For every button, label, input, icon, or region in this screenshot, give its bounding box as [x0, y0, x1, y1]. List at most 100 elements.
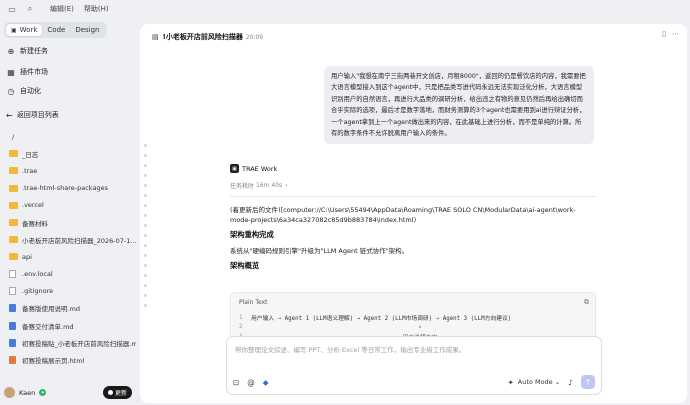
back-label: 返回项目列表 — [16, 111, 59, 119]
tree-item[interactable]: .gitignore — [0, 283, 136, 300]
line-number: 2 — [239, 324, 243, 331]
tree-item-label: 备赛交付清单.md — [22, 322, 74, 331]
folder-icon — [9, 236, 18, 244]
folder-icon — [9, 184, 18, 192]
code-text: ↓ — [418, 324, 422, 331]
folder-icon — [9, 150, 18, 158]
tree-item-label: 初赛投稿贴_小老板开店前风险扫描器.md — [22, 339, 136, 348]
markdown-file-icon — [9, 321, 16, 330]
title-bar: ▭ ⌕ 编辑(E) 帮助(H) — [0, 0, 136, 18]
tree-item[interactable]: 初赛投稿贴_小老板开店前风险扫描器.md — [0, 334, 136, 351]
tree-item-label: 初赛投稿展示页.html — [22, 357, 85, 366]
tree-item-label: .vercel — [22, 201, 44, 210]
panel-icon[interactable]: ▯ — [662, 30, 666, 38]
sidebar: ▭ ⌕ 编辑(E) 帮助(H) ▣ Work Code Design ⊕ 新建任务 … — [0, 0, 136, 405]
input-toolbar: ⊡ @ ◆ ✦ Auto Mode ⌄ ♪ ↑ — [233, 375, 595, 389]
input-right-controls: ✦ Auto Mode ⌄ ♪ ↑ — [507, 375, 595, 389]
agent-response: ▣ TRAE Work 任务耗时 16m 40s › (着更新后的文件)[com… — [230, 164, 596, 346]
file-tree: / _日志 .trae .trae-html-share-packages .v… — [0, 128, 136, 369]
send-button[interactable]: ↑ — [581, 375, 595, 389]
tree-item[interactable]: api — [0, 248, 136, 265]
tree-item[interactable]: .vercel — [0, 197, 136, 214]
back-to-projects-button[interactable]: ← 返回项目列表 — [6, 110, 59, 120]
update-button[interactable]: 更新 — [102, 386, 132, 399]
chat-header: ▤ !小老板开店前风险扫描器 20:09 — [152, 32, 263, 42]
markdown-file-icon — [9, 338, 16, 347]
line-number: 1 — [239, 314, 243, 321]
search-icon[interactable]: ⌕ — [24, 3, 36, 15]
menu-help[interactable]: 帮助(H) — [84, 4, 109, 14]
sparkle-icon: ✦ — [507, 377, 514, 387]
tree-item[interactable]: .trae-html-share-packages — [0, 180, 136, 197]
tab-work[interactable]: ▣ Work — [6, 24, 43, 36]
heading-refactor: 架构重构完成 — [230, 230, 274, 239]
copy-icon[interactable]: ⧉ — [584, 298, 589, 307]
code-line: 1 用户输入 → Agent 1 (LLM语义理解) → Agent 2 (LLM… — [239, 313, 589, 323]
tab-code[interactable]: Code — [42, 24, 70, 36]
tree-item-label: / — [12, 132, 15, 141]
tree-item-label: 小老板开店前风险扫描器_2026-07-1... — [22, 236, 136, 245]
at-mention-icon[interactable]: @ — [247, 378, 255, 387]
clock-icon: ◷ — [7, 86, 15, 96]
chat-title[interactable]: !小老板开店前风险扫描器 — [163, 32, 243, 42]
plugin-market-button[interactable]: ▦ 插件市场 — [6, 67, 48, 77]
work-icon: ▣ — [11, 27, 17, 34]
tab-design[interactable]: Design — [70, 24, 104, 36]
tree-item[interactable]: 备赛版使用说明.md — [0, 300, 136, 317]
code-line: 2 ↓ — [239, 323, 589, 333]
new-task-label: 新建任务 — [20, 47, 48, 55]
tree-item-label: _日志 — [22, 150, 39, 159]
updated-file-link[interactable]: (着更新后的文件)[computer://C:\Users\55494\AppD… — [230, 205, 596, 225]
folder-icon — [9, 201, 18, 209]
chat-input[interactable]: 帮你整理论文综述、编写 PPT、分析 Excel 等日常工作，输出专业级工作成果… — [235, 344, 465, 354]
back-arrow-icon: ← — [6, 110, 13, 120]
tree-item[interactable]: _日志 — [0, 145, 136, 162]
elapsed-time[interactable]: 任务耗时 16m 40s › — [230, 181, 596, 190]
user-message: 用户输入"我想在南宁三街两巷开文创店，月租8000"，返回的仍是餐饮店的内容，我… — [324, 66, 594, 145]
tree-item[interactable]: 小老板开店前风险扫描器_2026-07-1... — [0, 231, 136, 248]
tree-item[interactable]: .trae — [0, 162, 136, 179]
chevron-right-icon: › — [285, 182, 288, 189]
tree-item[interactable]: 备赛材料 — [0, 214, 136, 231]
tool-icon[interactable]: ◆ — [263, 378, 269, 387]
mode-select[interactable]: Auto Mode ⌄ — [518, 378, 560, 386]
grid-icon: ▦ — [7, 67, 15, 77]
heading-overview: 架构概览 — [230, 261, 260, 270]
scroll-indicator — [144, 144, 147, 314]
new-task-button[interactable]: ⊕ 新建任务 — [6, 46, 48, 56]
chevron-down-icon: ⌄ — [554, 378, 561, 386]
automation-button[interactable]: ◷ 自动化 — [6, 86, 42, 96]
html-file-icon — [9, 356, 16, 365]
chat-time: 20:09 — [245, 33, 264, 41]
tree-item-label: api — [22, 252, 32, 261]
folder-icon — [9, 253, 18, 261]
main-panel: ▤ !小老板开店前风险扫描器 20:09 ▯ ⋯ 用户输入"我想在南宁三街两巷开… — [140, 24, 687, 403]
sidebar-toggle-icon[interactable]: ▭ — [6, 3, 18, 15]
tree-item[interactable]: 备赛交付清单.md — [0, 317, 136, 334]
microphone-icon[interactable]: ♪ — [568, 378, 573, 387]
plugin-market-label: 插件市场 — [20, 68, 48, 76]
tree-item-label: .trae-html-share-packages — [22, 184, 108, 193]
header-actions: ▯ ⋯ — [656, 30, 679, 38]
avatar[interactable] — [4, 387, 15, 398]
folder-icon — [9, 167, 18, 175]
automation-label: 自动化 — [20, 87, 41, 95]
file-icon — [9, 287, 16, 296]
chat-input-box[interactable]: 帮你整理论文综述、编写 PPT、分析 Excel 等日常工作，输出专业级工作成果… — [226, 336, 602, 395]
more-icon[interactable]: ⋯ — [672, 30, 679, 38]
tree-item[interactable]: .env.local — [0, 266, 136, 283]
user-name: Kaen — [19, 388, 36, 397]
file-icon — [9, 270, 16, 279]
plus-icon: ⊕ — [7, 46, 15, 56]
tree-item-label: 备赛材料 — [22, 219, 48, 228]
update-icon — [107, 390, 113, 395]
menu-edit[interactable]: 编辑(E) — [50, 4, 74, 14]
elapsed-label: 任务耗时 — [230, 183, 255, 190]
user-bar: Kaen ✦ 更新 — [4, 386, 132, 399]
code-text: 用户输入 → Agent 1 (LLM语义理解) → Agent 2 (LLM市… — [251, 316, 512, 323]
attach-icon[interactable]: ⊡ — [233, 378, 239, 387]
tree-root[interactable]: / — [0, 128, 136, 145]
tree-item-label: .trae — [22, 166, 38, 175]
code-language: Plain Text — [239, 299, 268, 306]
tree-item[interactable]: 初赛投稿展示页.html — [0, 351, 136, 368]
